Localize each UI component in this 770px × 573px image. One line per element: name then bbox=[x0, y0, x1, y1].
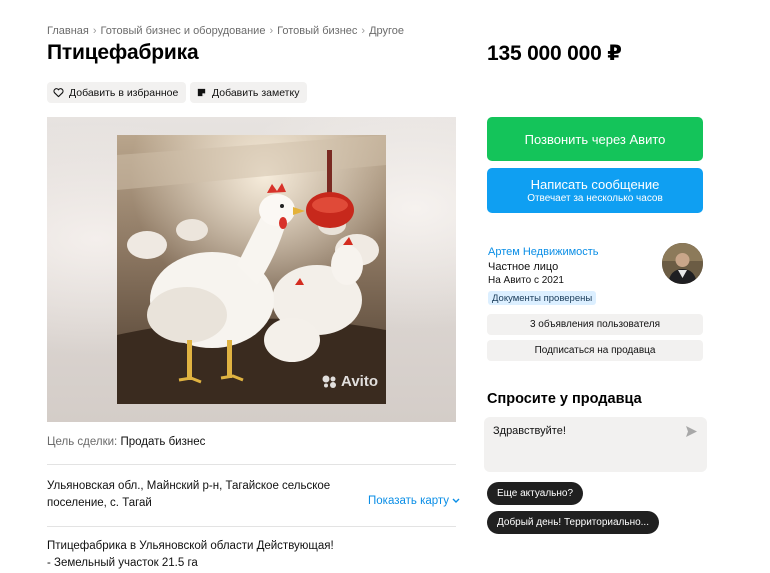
deal-purpose-label: Цель сделки: bbox=[47, 436, 118, 448]
breadcrumb-item-ready-business[interactable]: Готовый бизнес bbox=[277, 25, 357, 37]
price: 135 000 000 ₽ bbox=[487, 42, 622, 65]
listing-photo[interactable]: Avito bbox=[117, 135, 386, 404]
quick-question-chip[interactable]: Добрый день! Территориально... bbox=[487, 511, 659, 534]
seller-name-link[interactable]: Артем Недвижимость bbox=[488, 246, 599, 258]
call-button-label: Позвонить через Авито bbox=[524, 131, 666, 147]
avito-watermark: Avito bbox=[322, 373, 378, 390]
chevron-right-icon: › bbox=[92, 25, 97, 37]
seller-listings-label: 3 объявления пользователя bbox=[529, 319, 661, 330]
seller-type: Частное лицо bbox=[488, 261, 559, 273]
show-map-label: Показать карту bbox=[368, 495, 450, 507]
write-message-label: Написать сообщение bbox=[530, 177, 660, 192]
divider bbox=[47, 526, 456, 527]
seller-listings-button[interactable]: 3 объявления пользователя bbox=[487, 314, 703, 335]
chevron-right-icon: › bbox=[361, 25, 366, 37]
send-icon[interactable] bbox=[685, 425, 698, 438]
description-line: Птицефабрика в Ульяновской области Дейст… bbox=[47, 540, 334, 552]
quick-question-label: Еще актуально? bbox=[497, 488, 574, 499]
note-icon bbox=[197, 88, 206, 97]
response-time-label: Отвечает за несколько часов bbox=[527, 193, 663, 204]
description: Птицефабрика в Ульяновской области Дейст… bbox=[47, 538, 334, 572]
call-button[interactable]: Позвонить через Авито bbox=[487, 117, 703, 161]
subscribe-seller-button[interactable]: Подписаться на продавца bbox=[487, 340, 703, 361]
breadcrumb-item-home[interactable]: Главная bbox=[47, 25, 89, 37]
ask-seller-title: Спросите у продавца bbox=[487, 391, 642, 407]
chevron-right-icon: › bbox=[269, 25, 274, 37]
show-map-link[interactable]: Показать карту bbox=[368, 495, 460, 507]
write-message-button[interactable]: Написать сообщение Отвечает за несколько… bbox=[487, 168, 703, 213]
message-input-value: Здравствуйте! bbox=[493, 425, 566, 437]
add-note-button[interactable]: Добавить заметку bbox=[190, 82, 308, 103]
breadcrumb: Главная › Готовый бизнес и оборудование … bbox=[47, 25, 404, 37]
seller-avatar[interactable] bbox=[662, 243, 703, 284]
message-input[interactable]: Здравствуйте! bbox=[484, 417, 707, 472]
description-line: - Земельный участок 21.5 га bbox=[47, 557, 198, 569]
documents-verified-badge: Документы проверены bbox=[488, 291, 597, 305]
address-text: Ульяновская обл., Майнский р-н, Тагайско… bbox=[47, 480, 331, 509]
photo-gallery[interactable]: Avito bbox=[47, 117, 456, 422]
chicken-farm-image bbox=[117, 135, 386, 404]
seller-since: На Авито с 2021 bbox=[488, 275, 564, 286]
heart-icon bbox=[53, 88, 64, 98]
breadcrumb-item-business-equipment[interactable]: Готовый бизнес и оборудование bbox=[101, 25, 266, 37]
watermark-text: Avito bbox=[341, 373, 378, 390]
divider bbox=[47, 464, 456, 465]
deal-purpose-value: Продать бизнес bbox=[120, 436, 206, 448]
breadcrumb-item-other[interactable]: Другое bbox=[369, 25, 404, 37]
subscribe-seller-label: Подписаться на продавца bbox=[534, 345, 656, 356]
add-to-favorites-button[interactable]: Добавить в избранное bbox=[47, 82, 187, 103]
avatar-image bbox=[662, 243, 703, 284]
chevron-down-icon bbox=[452, 498, 460, 503]
avito-logo-icon bbox=[322, 375, 337, 388]
quick-question-chip[interactable]: Еще актуально? bbox=[487, 482, 584, 505]
add-to-favorites-label: Добавить в избранное bbox=[69, 86, 179, 99]
page-title: Птицефабрика bbox=[47, 41, 199, 64]
deal-purpose: Цель сделки: Продать бизнес bbox=[47, 436, 205, 448]
quick-question-label: Добрый день! Территориально... bbox=[497, 517, 649, 528]
add-note-label: Добавить заметку bbox=[212, 86, 300, 99]
